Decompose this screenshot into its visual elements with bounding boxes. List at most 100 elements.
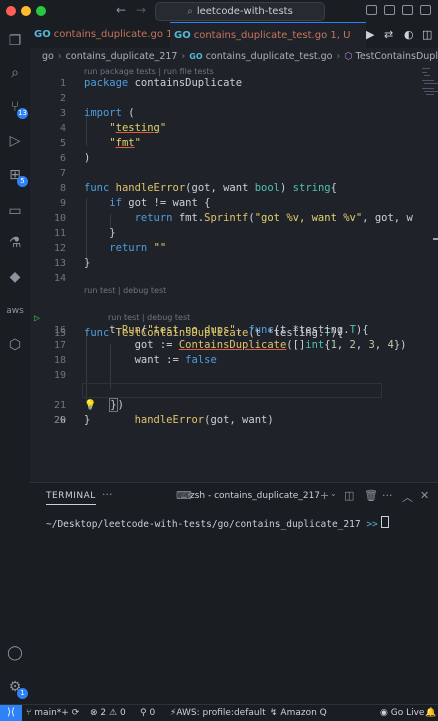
line-number: 18 [53,355,66,366]
code-line: 8 func handleError(got, want bool) string… [30,181,438,196]
ports-icon: ⚲ [140,708,147,718]
code-line: 12 return "" [30,241,438,256]
search-icon[interactable]: ⌕ [6,64,24,82]
terminal-cwd: ~/Desktop/leetcode-with-tests/go/contain… [46,519,361,530]
toggle-secondary-sidebar-icon[interactable] [402,5,413,15]
line-number: 22 [53,415,66,426]
branch-indicator[interactable]: ⑂ main*+ ⟳ [26,705,79,721]
accounts-icon[interactable]: ◯ [6,644,24,662]
go-file-icon: GO [34,29,51,40]
code-line: 7 [30,166,438,181]
breadcrumb-item[interactable]: contains_duplicate_test.go [206,51,333,62]
terminal-panel: TERMINAL ··· ⌨ zsh - contains_duplicate_… [30,482,438,705]
ports-count: 0 [149,708,156,718]
code-editor[interactable]: run package tests | run file tests 1 pack… [30,66,438,482]
code-line: 3 import ( [30,106,438,121]
branch-name: main*+ [34,708,69,718]
code-line: 17 got := ContainsDuplicate([]int{1, 2, … [30,338,438,353]
run-file-icon[interactable]: ▶ [366,28,374,41]
command-center-search[interactable]: ⌕ leetcode-with-tests [155,2,325,21]
code-line: 2 [30,91,438,106]
testing-icon[interactable]: ⚗ [6,234,24,252]
explorer-icon[interactable]: ❐ [6,32,24,50]
close-window-button[interactable] [6,6,16,16]
go-live-label: Go Live [390,708,425,718]
code-line: 22} [30,413,438,428]
close-panel-icon[interactable]: ✕ [420,489,429,502]
toggle-panel-icon[interactable] [384,5,395,15]
toggle-sidebar-icon[interactable] [366,5,377,15]
line-number: 2 [59,93,66,104]
chevron-up-icon[interactable]: ︿ [402,489,413,505]
broadcast-icon: ◉ [380,708,388,718]
remote-indicator-icon[interactable]: ⟩⟨ [0,705,22,721]
breadcrumb: go › contains_duplicate_217 › GO contains_du… [30,48,438,66]
more-actions-icon[interactable]: ··· [102,488,113,501]
split-terminal-icon[interactable]: ◫ [344,489,354,502]
function-icon: ⬡ [344,51,353,62]
source-control-badge: 13 [17,108,28,119]
line-number: 13 [53,258,66,269]
breadcrumb-item[interactable]: go [42,51,54,62]
problems-indicator[interactable]: ⊗ 2 ⚠ 0 [90,705,126,721]
timeline-icon[interactable]: ⬡ [6,336,24,354]
activity-bar: ❐ ⌕ ⑂ 13 ▷ ⊞ 5 ▭ ⚗ ◆ aws ⬡ ◯ ⚙ 1 [0,22,30,704]
split-editor-icon[interactable]: ◫ [422,28,432,41]
error-icon: ⊗ [90,708,98,718]
workspace-name: leetcode-with-tests [196,6,293,17]
forward-arrow-icon[interactable]: → [136,3,146,17]
notifications-bell-icon[interactable]: 🔔 [425,705,436,721]
ports-indicator[interactable]: ⚲ 0 [140,705,155,721]
settings-badge: 1 [17,688,28,699]
run-debug-icon[interactable]: ▷ [6,132,24,150]
code-line: 13} [30,256,438,271]
more-icon[interactable]: ··· [382,489,393,502]
line-number: 11 [53,228,66,239]
line-number: 3 [59,108,66,119]
back-arrow-icon[interactable]: ← [116,3,126,17]
sync-icon: ⟳ [71,708,80,718]
terminal-output[interactable]: ~/Desktop/leetcode-with-tests/go/contain… [46,516,389,530]
code-line: 5 "fmt" [30,136,438,151]
code-line: 16 t.Run("test no dups", func(t *testing… [30,323,438,338]
extensions-icon[interactable]: ⊞ 5 [6,166,28,187]
go-file-icon: GO [189,52,203,61]
open-changes-icon[interactable]: ◐ [404,28,414,41]
minimize-window-button[interactable] [21,6,31,16]
search-icon: ⌕ [187,6,193,17]
tab-contains-duplicate-test[interactable]: GO contains_duplicate_test.go 1, U [170,22,366,48]
source-control-icon[interactable]: ⑂ 13 [6,98,28,119]
manage-gear-icon[interactable]: ⚙ 1 [6,678,28,699]
line-number: 8 [59,183,66,194]
tab-terminal[interactable]: TERMINAL [46,491,96,505]
terminal-instance-name[interactable]: zsh - contains_duplicate_217 [190,491,320,501]
code-line: 6) [30,151,438,166]
new-terminal-icon[interactable]: + [320,489,329,502]
code-line: ▷ 15 func TestContainsDuplicate(t *testin… [34,313,344,339]
line-number: 19 [53,370,66,381]
scrollbar-marker[interactable] [433,238,438,240]
aws-icon[interactable]: aws [6,302,24,320]
minimap[interactable] [420,66,438,126]
maximize-window-button[interactable] [36,6,46,16]
breadcrumb-item[interactable]: contains_duplicate_217 [66,51,178,62]
code-line: 11 } [30,226,438,241]
go-live-button[interactable]: ◉ Go Live [380,705,424,721]
status-bar: ⟩⟨ ⑂ main*+ ⟳ ⊗ 2 ⚠ 0 ⚲ 0 ⚡AWS: profile:… [0,704,438,721]
code-line: 14 [30,271,438,286]
tab-label: contains_duplicate_test.go 1, U [193,30,351,41]
amazon-q-indicator[interactable]: ↯ Amazon Q [270,705,327,721]
tab-contains-duplicate[interactable]: GOcontains_duplicate.go 1, U [30,22,172,48]
compare-changes-icon[interactable]: ⇄ [384,28,393,41]
chevron-down-icon[interactable]: ⌄ [330,489,337,498]
line-number: 1 [59,78,66,89]
customize-layout-icon[interactable] [420,5,431,15]
docker-icon[interactable]: ◆ [6,268,24,286]
line-number: 17 [53,340,66,351]
trash-icon[interactable]: 🗑 [364,489,378,502]
line-number: 5 [59,138,66,149]
aws-profile-indicator[interactable]: ⚡AWS: profile:default [170,705,266,721]
code-line-current: 💡 20 handleError(got, want) [30,383,438,426]
breadcrumb-item[interactable]: TestContainsDuplicate [356,51,438,62]
remote-explorer-icon[interactable]: ▭ [6,202,24,220]
